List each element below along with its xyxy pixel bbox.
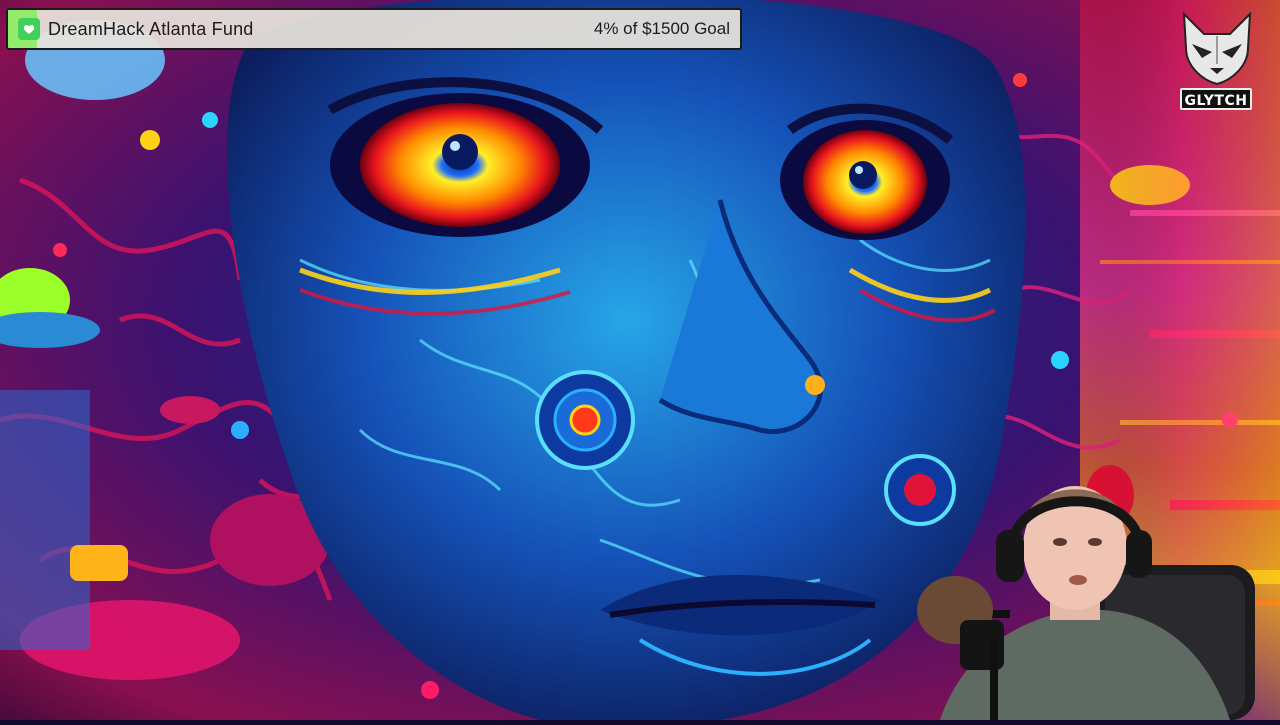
goal-progress-text: 4% of $1500 Goal	[593, 19, 730, 38]
gift-heart-icon	[18, 18, 40, 40]
glytch-logo-text: GLYTCH	[1180, 88, 1252, 110]
fox-head-icon	[1182, 11, 1252, 86]
streamer-webcam	[900, 470, 1280, 720]
donation-goal-bar: DreamHack Atlanta Fund 4% of $1500 Goal	[6, 8, 742, 50]
streamer-figure	[917, 486, 1255, 720]
glytch-logo: GLYTCH	[1176, 8, 1258, 112]
goal-title: DreamHack Atlanta Fund	[48, 18, 254, 39]
